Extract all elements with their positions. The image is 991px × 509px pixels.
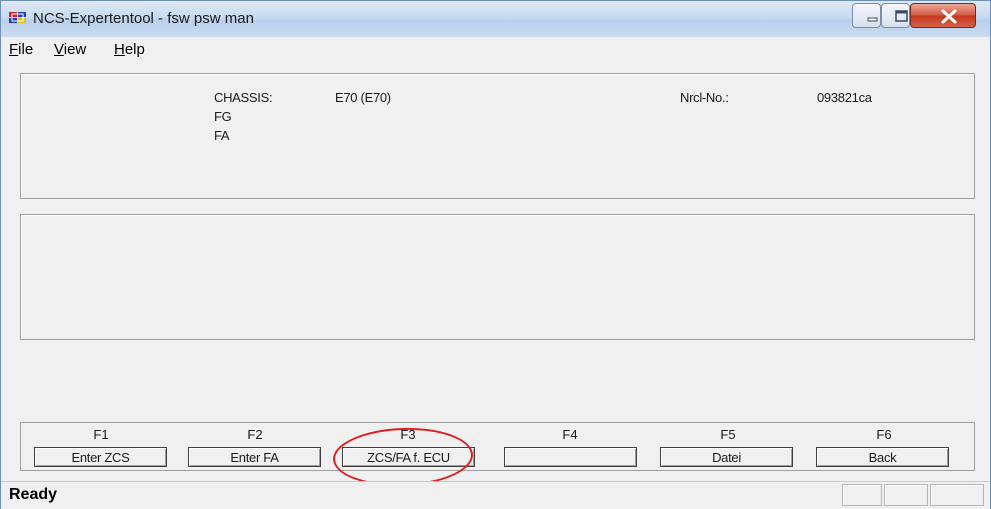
- enter-zcs-button[interactable]: Enter ZCS: [34, 447, 167, 467]
- status-cell: [842, 484, 882, 506]
- enter-fa-button[interactable]: Enter FA: [188, 447, 321, 467]
- f4-button[interactable]: [504, 447, 637, 467]
- status-text: Ready: [9, 486, 58, 503]
- close-button[interactable]: [910, 3, 976, 28]
- minimize-button[interactable]: [852, 3, 881, 28]
- status-bar: Ready: [1, 481, 990, 509]
- fkey-label-f2: F2: [247, 427, 263, 442]
- fkey-label-f5: F5: [720, 427, 736, 442]
- fkey-label-f1: F1: [93, 427, 109, 442]
- ncs-app-icon: [9, 12, 26, 23]
- datei-button[interactable]: Datei: [660, 447, 793, 467]
- nrcl-label: Nrcl-No.:: [680, 90, 729, 105]
- status-cell: [930, 484, 984, 506]
- maximize-button[interactable]: [881, 3, 910, 28]
- title-bar[interactable]: NCS-Expertentool - fsw psw man: [1, 1, 990, 37]
- status-cell: [884, 484, 928, 506]
- chassis-label: CHASSIS:: [214, 90, 273, 105]
- menu-help[interactable]: Help: [114, 41, 145, 58]
- fa-label: FA: [214, 128, 230, 143]
- fg-label: FG: [214, 109, 232, 124]
- fkey-label-f4: F4: [562, 427, 578, 442]
- menu-file[interactable]: File: [9, 41, 33, 58]
- menu-view[interactable]: View: [54, 41, 86, 58]
- close-icon: [941, 9, 957, 24]
- output-panel: [20, 214, 975, 340]
- fkey-label-f6: F6: [876, 427, 892, 442]
- menu-bar: File View Help: [1, 37, 990, 61]
- nrcl-value: 093821ca: [817, 90, 872, 105]
- chassis-value: E70 (E70): [335, 90, 391, 105]
- back-button[interactable]: Back: [816, 447, 949, 467]
- app-window: NCS-Expertentool - fsw psw man File View…: [0, 0, 991, 509]
- window-title: NCS-Expertentool - fsw psw man: [33, 10, 254, 27]
